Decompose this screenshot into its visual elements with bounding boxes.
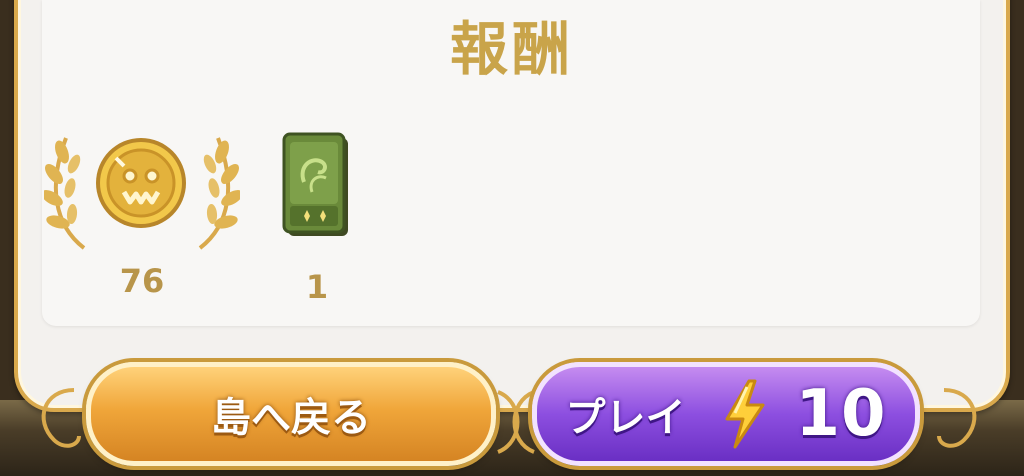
return-to-island-label: 島へ戻る bbox=[211, 395, 371, 441]
page-title: 報酬 bbox=[449, 15, 574, 83]
play-label: プレイ bbox=[565, 395, 686, 441]
reward-amount: 1 bbox=[305, 268, 329, 306]
lightning-bolt-icon bbox=[725, 379, 765, 449]
play-cost: 10 bbox=[795, 377, 887, 451]
play-button[interactable]: プレイ 10 bbox=[532, 362, 920, 466]
gold-coin-icon bbox=[96, 138, 186, 228]
ornament-left-icon bbox=[41, 388, 81, 448]
reward-amount: 76 bbox=[119, 262, 165, 300]
laurel-left-icon bbox=[44, 137, 86, 250]
return-to-island-button[interactable]: 島へ戻る bbox=[86, 362, 496, 466]
reward-item-coin: 76 bbox=[44, 126, 240, 306]
laurel-right-icon bbox=[198, 137, 240, 250]
ornament-right-icon bbox=[937, 388, 977, 448]
green-card-pack-icon bbox=[282, 132, 348, 236]
reward-item-card-pack: 1 bbox=[262, 126, 372, 306]
